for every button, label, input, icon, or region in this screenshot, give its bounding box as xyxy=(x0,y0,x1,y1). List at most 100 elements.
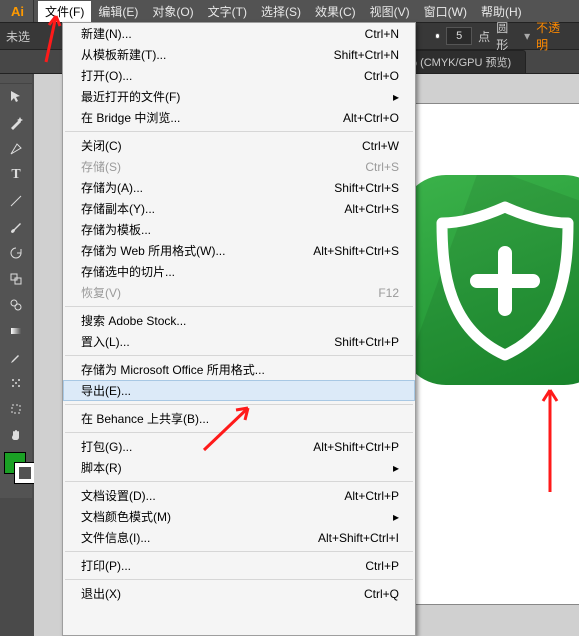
menu-item[interactable]: 存储为模板... xyxy=(63,219,415,240)
menu-item-shortcut: Alt+Shift+Ctrl+P xyxy=(313,440,399,454)
menu-separator xyxy=(65,481,413,482)
menu-文字[interactable]: 文字(T) xyxy=(201,1,254,22)
menu-item-label: 脚本(R) xyxy=(81,459,393,476)
symbol-sprayer-tool[interactable] xyxy=(0,370,32,396)
menu-item[interactable]: 关闭(C)Ctrl+W xyxy=(63,135,415,156)
shape-builder-tool[interactable] xyxy=(0,292,32,318)
menu-编辑[interactable]: 编辑(E) xyxy=(91,1,145,22)
menu-item[interactable]: 搜索 Adobe Stock... xyxy=(63,310,415,331)
menu-效果[interactable]: 效果(C) xyxy=(308,1,363,22)
tools-panel: T xyxy=(0,74,32,498)
menu-item-shortcut: Alt+Shift+Ctrl+S xyxy=(313,244,399,258)
menu-item-label: 置入(L)... xyxy=(81,333,334,350)
menu-item-label: 导出(E)... xyxy=(81,382,399,399)
menu-item-shortcut: Shift+Ctrl+N xyxy=(334,48,399,62)
menu-item[interactable]: 新建(N)...Ctrl+N xyxy=(63,23,415,44)
move-tool[interactable] xyxy=(0,84,32,110)
menu-item-label: 从模板新建(T)... xyxy=(81,46,334,63)
menu-item[interactable]: 最近打开的文件(F)▸ xyxy=(63,86,415,107)
tools-grip xyxy=(0,74,32,84)
menu-item-shortcut: Shift+Ctrl+S xyxy=(334,181,399,195)
menu-item-label: 打开(O)... xyxy=(81,67,364,84)
submenu-arrow-icon: ▸ xyxy=(393,510,399,524)
menu-item-shortcut: Ctrl+P xyxy=(365,559,399,573)
menu-item[interactable]: 打印(P)...Ctrl+P xyxy=(63,555,415,576)
menu-item-label: 文件信息(I)... xyxy=(81,529,318,546)
brush-shape-label[interactable]: 圆形 xyxy=(496,19,518,53)
menu-选择[interactable]: 选择(S) xyxy=(254,1,308,22)
menu-item-label: 存储副本(Y)... xyxy=(81,200,344,217)
menu-item-label: 存储(S) xyxy=(81,158,365,175)
menu-item-shortcut: Alt+Ctrl+O xyxy=(343,111,399,125)
gradient-tool[interactable] xyxy=(0,318,32,344)
menu-对象[interactable]: 对象(O) xyxy=(145,1,200,22)
menu-item[interactable]: 存储副本(Y)...Alt+Ctrl+S xyxy=(63,198,415,219)
menu-视图[interactable]: 视图(V) xyxy=(363,1,417,22)
color-swatches[interactable] xyxy=(0,448,32,498)
menu-item[interactable]: 文档颜色模式(M)▸ xyxy=(63,506,415,527)
menu-item-shortcut: F12 xyxy=(378,286,399,300)
artboard-tool[interactable] xyxy=(0,396,32,422)
menu-item-label: 文档颜色模式(M) xyxy=(81,508,393,525)
menu-item-label: 在 Behance 上共享(B)... xyxy=(81,410,399,427)
menu-item: 存储(S)Ctrl+S xyxy=(63,156,415,177)
hand-tool[interactable] xyxy=(0,422,32,448)
menu-item-label: 新建(N)... xyxy=(81,25,365,42)
stroke-color-swatch[interactable] xyxy=(14,462,36,484)
menu-item-label: 搜索 Adobe Stock... xyxy=(81,312,399,329)
dropdown-caret-icon[interactable]: ▾ xyxy=(524,29,530,43)
menu-item-shortcut: Ctrl+N xyxy=(365,27,399,41)
menu-窗口[interactable]: 窗口(W) xyxy=(417,1,474,22)
menu-item-shortcut: Alt+Ctrl+P xyxy=(344,489,399,503)
menu-separator xyxy=(65,355,413,356)
menu-文件[interactable]: 文件(F) xyxy=(38,1,91,22)
bullet-icon xyxy=(435,33,441,39)
submenu-arrow-icon: ▸ xyxy=(393,461,399,475)
menu-item-shortcut: Shift+Ctrl+P xyxy=(334,335,399,349)
opacity-label: 不透明 xyxy=(536,19,573,53)
stroke-size-input[interactable] xyxy=(446,27,472,45)
menu-separator xyxy=(65,404,413,405)
menu-item[interactable]: 在 Bridge 中浏览...Alt+Ctrl+O xyxy=(63,107,415,128)
menu-separator xyxy=(65,432,413,433)
menu-item[interactable]: 存储为 Microsoft Office 所用格式... xyxy=(63,359,415,380)
eyedropper-tool[interactable] xyxy=(0,344,32,370)
menu-item-label: 存储为模板... xyxy=(81,221,399,238)
menu-item[interactable]: 退出(X)Ctrl+Q xyxy=(63,583,415,604)
menu-item-label: 文档设置(D)... xyxy=(81,487,344,504)
menu-item-shortcut: Ctrl+Q xyxy=(364,587,399,601)
menu-item-label: 打印(P)... xyxy=(81,557,365,574)
menu-item[interactable]: 从模板新建(T)...Shift+Ctrl+N xyxy=(63,44,415,65)
menu-separator xyxy=(65,579,413,580)
app-logo: Ai xyxy=(2,0,34,22)
menu-item[interactable]: 打包(G)...Alt+Shift+Ctrl+P xyxy=(63,436,415,457)
menu-item: 恢复(V)F12 xyxy=(63,282,415,303)
menu-item[interactable]: 存储为(A)...Shift+Ctrl+S xyxy=(63,177,415,198)
menu-item-label: 关闭(C) xyxy=(81,137,362,154)
menu-item[interactable]: 打开(O)...Ctrl+O xyxy=(63,65,415,86)
menu-item-label: 存储选中的切片... xyxy=(81,263,399,280)
menu-item-shortcut: Ctrl+O xyxy=(364,69,399,83)
menu-item-label: 打包(G)... xyxy=(81,438,313,455)
menu-item-shortcut: Alt+Shift+Ctrl+I xyxy=(318,531,399,545)
magic-wand-tool[interactable] xyxy=(0,110,32,136)
pt-unit-label: 点 xyxy=(478,28,490,45)
menu-item[interactable]: 存储选中的切片... xyxy=(63,261,415,282)
submenu-arrow-icon: ▸ xyxy=(393,90,399,104)
menu-item[interactable]: 导出(E)... xyxy=(63,380,415,401)
scale-tool[interactable] xyxy=(0,266,32,292)
type-tool[interactable]: T xyxy=(0,162,32,188)
menu-item[interactable]: 在 Behance 上共享(B)... xyxy=(63,408,415,429)
menu-item[interactable]: 存储为 Web 所用格式(W)...Alt+Shift+Ctrl+S xyxy=(63,240,415,261)
menu-item-label: 最近打开的文件(F) xyxy=(81,88,393,105)
rotate-tool[interactable] xyxy=(0,240,32,266)
line-tool[interactable] xyxy=(0,188,32,214)
menu-item-shortcut: Ctrl+S xyxy=(365,160,399,174)
menu-item[interactable]: 文档设置(D)...Alt+Ctrl+P xyxy=(63,485,415,506)
pen-tool[interactable] xyxy=(0,136,32,162)
brush-tool[interactable] xyxy=(0,214,32,240)
menu-item[interactable]: 脚本(R)▸ xyxy=(63,457,415,478)
menu-item[interactable]: 置入(L)...Shift+Ctrl+P xyxy=(63,331,415,352)
menu-item-label: 存储为 Web 所用格式(W)... xyxy=(81,242,313,259)
menu-item[interactable]: 文件信息(I)...Alt+Shift+Ctrl+I xyxy=(63,527,415,548)
